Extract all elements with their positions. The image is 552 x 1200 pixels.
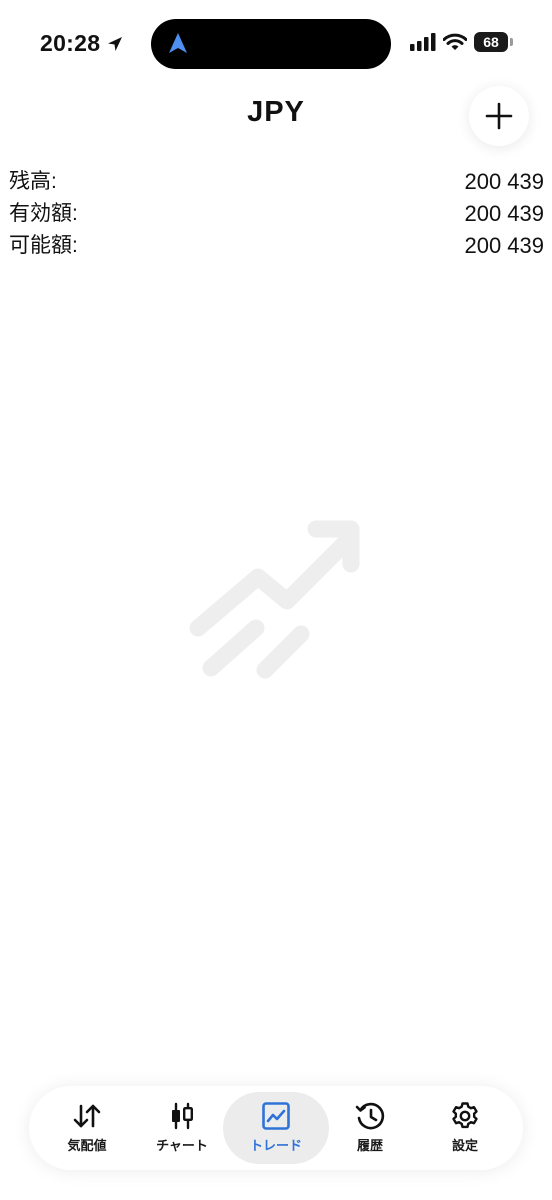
- tab-settings[interactable]: 設定: [412, 1092, 518, 1164]
- add-button[interactable]: [469, 86, 529, 146]
- history-clock-icon: [355, 1102, 385, 1130]
- dynamic-island: [151, 19, 391, 69]
- tab-history[interactable]: 履歴: [317, 1092, 423, 1164]
- battery-level: 68: [483, 34, 499, 50]
- status-time-group: 20:28: [40, 30, 124, 57]
- wifi-icon: [443, 33, 467, 50]
- tab-trade[interactable]: トレード: [223, 1092, 329, 1164]
- tab-chart[interactable]: チャート: [129, 1092, 235, 1164]
- balance-label: 残高:: [9, 170, 57, 193]
- balance-summary: 残高: 200 439 有効額: 200 439 可能額: 200 439: [9, 166, 544, 262]
- battery-indicator: 68: [474, 32, 513, 52]
- equity-label: 有効額:: [9, 202, 78, 225]
- balance-value: 200 439: [464, 169, 544, 194]
- location-arrow-icon: [108, 36, 123, 51]
- navigation-arrow-icon: [169, 33, 187, 53]
- status-bar: 20:28 68: [0, 0, 552, 88]
- equity-value: 200 439: [464, 201, 544, 226]
- tab-label: チャート: [156, 1138, 208, 1153]
- cellular-signal-icon: [410, 33, 436, 51]
- settings-gear-icon: [452, 1102, 478, 1129]
- candlestick-icon: [172, 1102, 194, 1130]
- plus-icon: [485, 102, 513, 130]
- tab-label: トレード: [249, 1138, 302, 1153]
- empty-trades-icon: [189, 520, 360, 679]
- balance-row-available: 可能額: 200 439: [9, 230, 544, 262]
- available-value: 200 439: [464, 233, 544, 258]
- tab-quotes[interactable]: 気配値: [34, 1092, 140, 1164]
- quotes-arrows-icon: [73, 1104, 101, 1128]
- balance-row-equity: 有効額: 200 439: [9, 198, 544, 230]
- tab-label: 気配値: [67, 1138, 107, 1153]
- trade-chart-icon: [262, 1102, 290, 1130]
- status-time: 20:28: [40, 30, 101, 56]
- status-indicators: 68: [410, 32, 513, 52]
- tab-label: 設定: [451, 1138, 478, 1153]
- available-label: 可能額:: [9, 234, 78, 257]
- tab-label: 履歴: [356, 1138, 383, 1153]
- balance-row-balance: 残高: 200 439: [9, 166, 544, 198]
- tab-bar: 気配値 チャート トレード 履歴 設定: [29, 1086, 523, 1170]
